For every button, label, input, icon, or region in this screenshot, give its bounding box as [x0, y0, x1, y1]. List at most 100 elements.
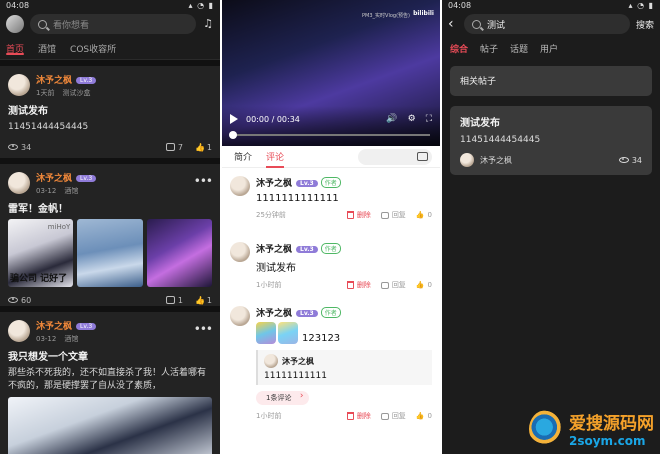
search-result-card[interactable]: 测试发布 11451444454445 沐予之枫 34 [450, 106, 652, 175]
watermark-url: 2soym.com [569, 434, 646, 448]
more-icon[interactable]: ••• [194, 174, 213, 188]
tab-comments[interactable]: 评论 [266, 150, 285, 168]
sticker-image [256, 322, 276, 344]
post-time: 03-12 [36, 334, 57, 343]
gear-icon[interactable]: ⚙ [408, 114, 416, 124]
comment-text: 测试发布 [256, 263, 296, 274]
comment-item: 沐予之枫 Lv.3 作者 1111111111111 25分钟前 删除 回复 👍 0 [222, 168, 440, 234]
post-image[interactable] [77, 219, 143, 287]
result-body: 11451444454445 [460, 135, 541, 145]
play-icon[interactable] [230, 114, 238, 124]
tab-tavern[interactable]: 酒馆 [38, 42, 56, 59]
like-button[interactable]: 👍 0 [416, 412, 432, 420]
reply-icon [380, 281, 389, 289]
tab-posts[interactable]: 帖子 [480, 42, 498, 58]
tab-cos[interactable]: COS收容所 [70, 42, 116, 59]
level-badge: Lv.3 [296, 246, 318, 253]
delete-button[interactable]: 删除 [346, 411, 371, 421]
status-time: 04:08 [448, 1, 472, 10]
more-icon[interactable]: ••• [194, 322, 213, 336]
commenter-avatar[interactable] [230, 242, 250, 262]
search-icon [472, 19, 481, 29]
tab-topics[interactable]: 话题 [510, 42, 528, 58]
author-name[interactable]: 沐予之枫 [36, 76, 72, 86]
tab-users[interactable]: 用户 [540, 42, 558, 58]
post-image[interactable] [8, 397, 212, 454]
video-progress-bar[interactable] [229, 131, 430, 139]
tab-home[interactable]: 首页 [6, 42, 25, 59]
comment-button[interactable]: 7 [165, 142, 183, 152]
comment-icon [165, 142, 175, 151]
status-time: 04:08 [6, 1, 30, 10]
commenter-avatar[interactable] [230, 306, 250, 326]
commenter-avatar[interactable] [230, 176, 250, 196]
commenter-name[interactable]: 沐予之枫 [256, 245, 292, 255]
video-time: 00:00 / 00:34 [246, 114, 300, 124]
feed-tabs: 首页 酒馆 COS收容所 [0, 36, 220, 60]
danmaku-icon[interactable] [417, 152, 428, 161]
comment-text: 1111111111111 [256, 193, 339, 204]
volume-icon[interactable]: 🔊 [386, 114, 397, 124]
reply-button[interactable]: 回复 [380, 411, 406, 421]
like-button[interactable]: 👍 0 [416, 281, 432, 289]
post-image[interactable]: miHoY 骗公司 记好了 [8, 219, 74, 287]
search-button[interactable]: 搜索 [636, 18, 654, 31]
trash-icon [346, 412, 354, 420]
video-player[interactable]: PM3_实时Vlog(预告) bilibili 00:00 / 00:34 🔊 … [222, 0, 440, 146]
fullscreen-icon[interactable]: ⛶ [426, 114, 432, 124]
search-bar[interactable]: 看你想看 [30, 14, 196, 34]
comment-button[interactable]: 1 [165, 295, 183, 305]
bell-icon[interactable]: ♫ [202, 18, 214, 30]
thumb-up-icon: 👍 [415, 211, 425, 219]
quoted-reply[interactable]: 沐予之枫 11111111111 [256, 350, 432, 385]
video-controls: 00:00 / 00:34 🔊 ⚙ ⛶ [222, 106, 440, 146]
user-avatar[interactable] [6, 15, 24, 33]
reply-button[interactable]: 回复 [380, 210, 406, 220]
search-top-bar: ‹ 测试 搜索 [442, 12, 660, 36]
progress-handle[interactable] [229, 131, 237, 139]
danmaku-input[interactable] [358, 149, 432, 165]
delete-button[interactable]: 删除 [346, 210, 371, 220]
tab-intro[interactable]: 简介 [234, 150, 252, 163]
comment-item: 沐予之枫 Lv.3 作者 123123 沐予之枫 11111111111 1条评论 … [222, 298, 440, 425]
commenter-name[interactable]: 沐予之枫 [256, 179, 292, 189]
post-card[interactable]: ••• 沐予之枫 Lv.3 03-12 酒馆 雷军！金帆！ miHoY 骗公司 记好… [0, 164, 220, 306]
reply-icon [380, 412, 389, 420]
reply-icon [380, 211, 389, 219]
back-icon[interactable]: ‹ [448, 17, 458, 31]
author-avatar[interactable] [8, 320, 30, 342]
post-card[interactable]: ••• 沐予之枫 Lv.3 03-12 酒馆 我只想发一个文章 那些杀不死我的，还不… [0, 312, 220, 454]
like-button[interactable]: 👍 1 [195, 296, 212, 305]
author-name[interactable]: 沐予之枫 [36, 322, 72, 332]
status-bar: 04:08 ▴ ◔ ▮ [442, 0, 660, 12]
post-place: 酒馆 [64, 186, 79, 195]
like-button[interactable]: 👍 0 [416, 211, 432, 219]
delete-button[interactable]: 删除 [346, 280, 371, 290]
trash-icon [346, 281, 354, 289]
commenter-name[interactable]: 沐予之枫 [256, 309, 292, 319]
post-image[interactable] [146, 219, 212, 287]
view-count: 34 [618, 156, 642, 165]
author-name[interactable]: 沐予之枫 [36, 174, 72, 184]
post-time: 1天前 [36, 88, 55, 97]
author-avatar[interactable] [8, 74, 30, 96]
level-badge: Lv.3 [76, 76, 97, 84]
view-replies-button[interactable]: 1条评论 [256, 391, 310, 405]
eye-icon [618, 156, 629, 163]
thumb-up-icon: 👍 [194, 142, 205, 152]
reply-button[interactable]: 回复 [380, 280, 406, 290]
like-button[interactable]: 👍 1 [195, 143, 212, 152]
sticker-image [278, 322, 298, 344]
watermark-logo-icon [529, 409, 563, 448]
tab-all[interactable]: 综合 [450, 42, 468, 58]
author-avatar[interactable] [8, 172, 30, 194]
site-watermark: 爱搜源码网 2soym.com [529, 409, 654, 448]
search-input[interactable]: 测试 [464, 14, 630, 34]
image-caption: 骗公司 记好了 [10, 274, 68, 284]
post-title: 我只想发一个文章 [8, 352, 88, 363]
post-time: 03-12 [36, 186, 57, 195]
feed-screen: 04:08 ▴ ◔ ▮ 看你想看 ♫ 首页 酒馆 COS收容所 沐予之枫 Lv.3… [0, 0, 220, 454]
post-card[interactable]: 沐予之枫 Lv.3 1天前 测试沙盒 测试发布 11451444454445 34 … [0, 66, 220, 158]
search-tabs: 综合 帖子 话题 用户 [442, 36, 660, 58]
comment-time: 1小时前 [256, 412, 282, 420]
